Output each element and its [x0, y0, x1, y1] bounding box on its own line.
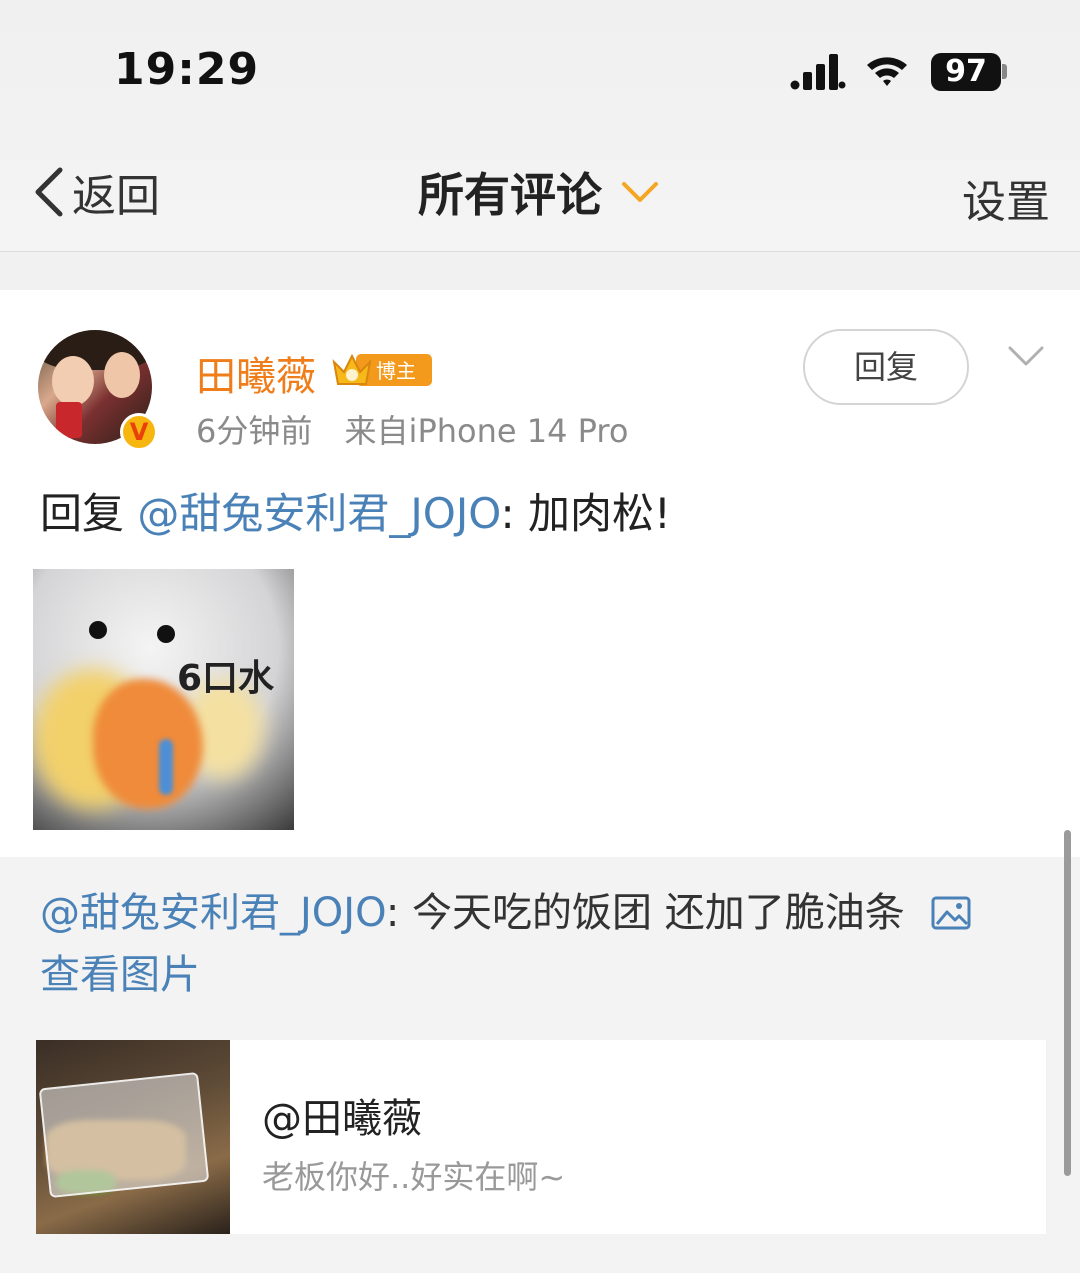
- settings-button[interactable]: 设置: [962, 166, 1050, 230]
- reply-button[interactable]: 回复: [803, 329, 969, 405]
- cellular-signal-icon: [790, 54, 846, 90]
- original-post-mention[interactable]: @甜兔安利君_JOJO: [40, 890, 386, 936]
- sticker-image[interactable]: 6口水: [33, 569, 294, 830]
- card-subtitle: 老板你好..好实在啊~: [262, 1158, 566, 1196]
- comment-username[interactable]: 田曦薇: [196, 344, 316, 402]
- card-title: @田曦薇: [262, 1096, 422, 1142]
- verified-badge-icon: V: [120, 413, 158, 451]
- original-post-card[interactable]: @田曦薇 老板你好..好实在啊~: [36, 1040, 1046, 1234]
- comment-screen: 19:29 97 返回 所有评论 设置 V 田曦薇 博主 6分钟前 来自iPho…: [0, 0, 1080, 1273]
- comment-filter-dropdown[interactable]: 所有评论: [418, 160, 660, 224]
- battery-indicator: 97: [931, 53, 1001, 91]
- page-title: 所有评论: [418, 168, 602, 222]
- status-time: 19:29: [114, 44, 260, 95]
- view-image-link[interactable]: 查看图片: [40, 952, 200, 998]
- comment-body-text: : 加肉松!: [500, 489, 671, 538]
- scrollbar[interactable]: [1064, 830, 1071, 1176]
- sticker-caption: 6口水: [177, 658, 275, 699]
- blogger-crown-badge: 博主: [332, 353, 432, 386]
- top-bar: 19:29 97 返回 所有评论 设置: [0, 0, 1080, 252]
- reply-prefix: 回复: [40, 489, 125, 538]
- battery-tip: [1002, 64, 1007, 79]
- comment-time: 6分钟前: [196, 412, 313, 450]
- original-post-text: @甜兔安利君_JOJO: 今天吃的饭团 还加了脆油条 查看图片: [40, 882, 1040, 1006]
- image-icon: [931, 896, 971, 930]
- section-divider: [0, 252, 1080, 290]
- wifi-icon: [867, 57, 907, 86]
- comment-meta: 6分钟前 来自iPhone 14 Pro: [196, 406, 628, 452]
- chevron-down-icon: [622, 182, 658, 202]
- comment-source: 来自iPhone 14 Pro: [344, 412, 629, 450]
- back-label: 返回: [72, 171, 160, 222]
- post-thumbnail: [36, 1040, 230, 1234]
- chevron-down-icon[interactable]: [1006, 344, 1046, 370]
- chevron-left-icon: [35, 167, 63, 217]
- badge-label: 博主: [376, 359, 416, 383]
- back-button[interactable]: 返回: [30, 160, 160, 224]
- original-post-body: : 今天吃的饭团 还加了脆油条: [385, 890, 905, 936]
- mention-link[interactable]: @甜兔安利君_JOJO: [137, 489, 500, 538]
- comment-body: 回复 @甜兔安利君_JOJO: 加肉松!: [40, 480, 671, 541]
